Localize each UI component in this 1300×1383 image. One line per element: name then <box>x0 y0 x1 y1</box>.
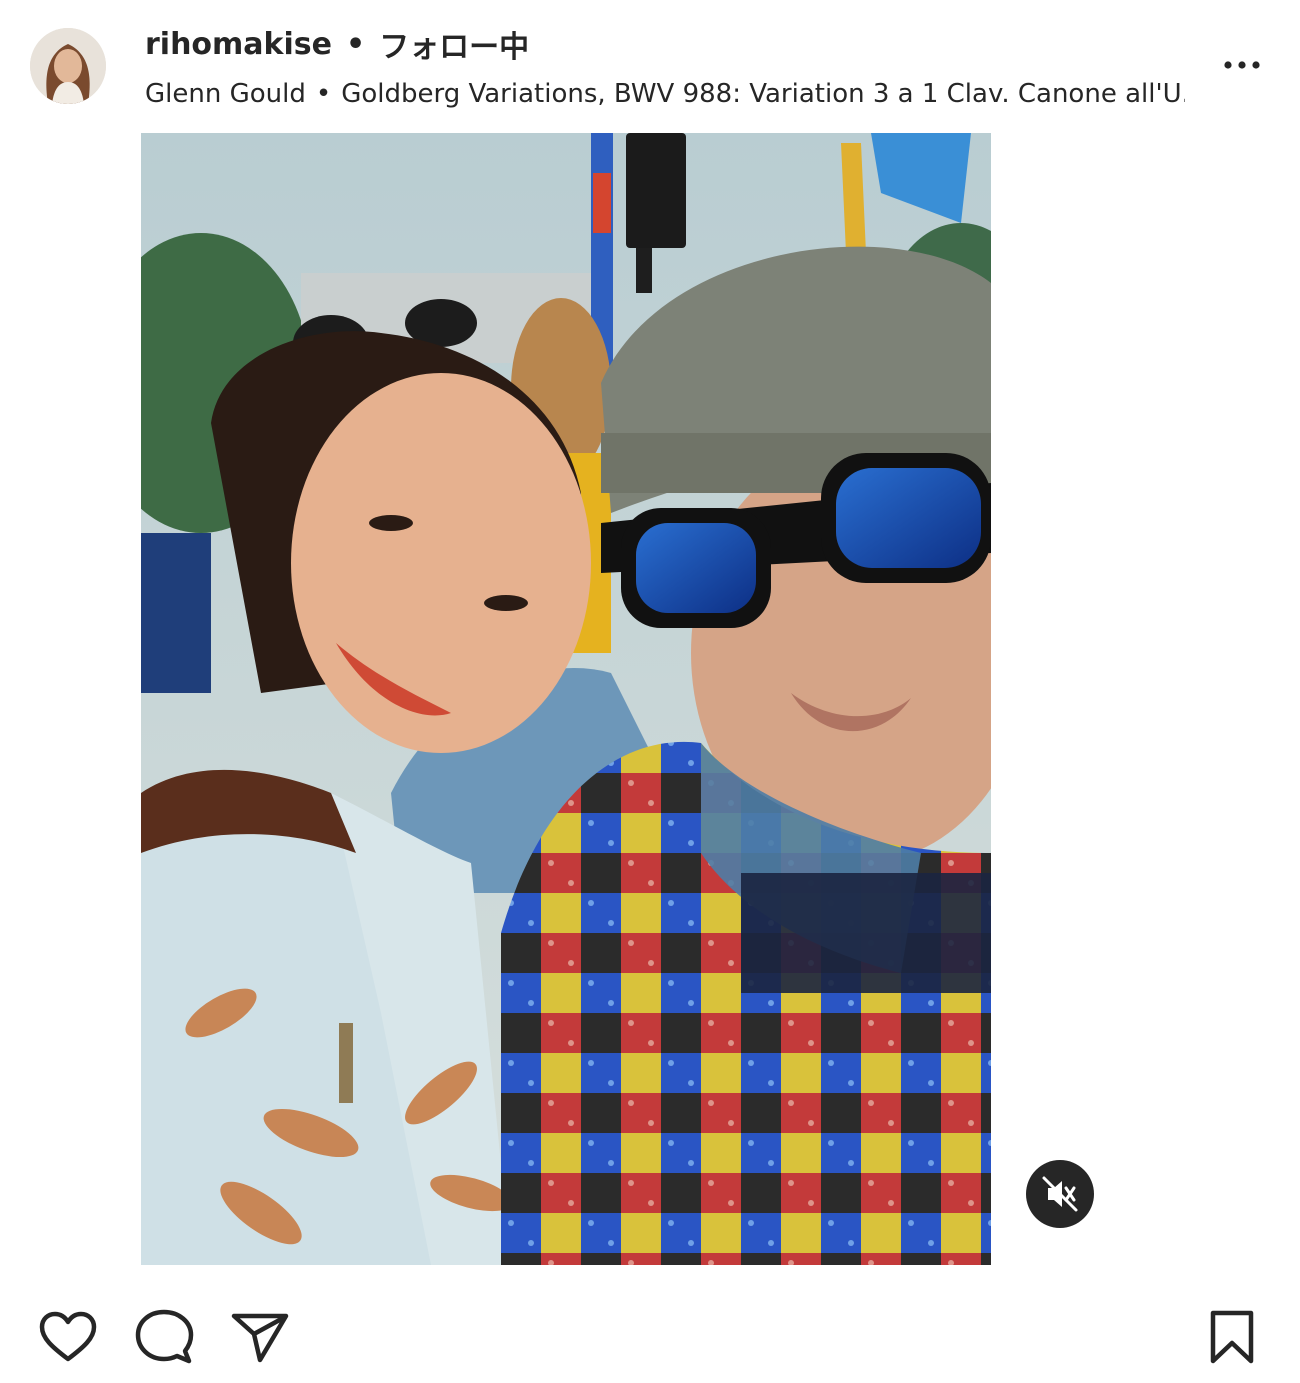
bookmark-icon <box>1210 1310 1254 1364</box>
mute-toggle-button[interactable] <box>1026 1160 1094 1228</box>
comment-button[interactable] <box>134 1308 194 1366</box>
user-line: rihomakise • フォロー中 <box>145 22 529 66</box>
like-button[interactable] <box>38 1310 98 1364</box>
audio-separator-dot: • <box>315 79 332 109</box>
audio-artist: Glenn Gould <box>145 79 306 109</box>
share-button[interactable] <box>230 1310 290 1364</box>
profile-avatar[interactable] <box>30 28 106 104</box>
photo-illustration <box>141 133 991 1265</box>
more-options-icon <box>1224 61 1260 69</box>
audio-track-title: Goldberg Variations, BWV 988: Variation … <box>341 79 1185 109</box>
follow-status-button[interactable]: フォロー中 <box>379 22 529 66</box>
more-options-button[interactable] <box>1212 44 1272 84</box>
heart-icon <box>39 1311 97 1362</box>
separator-dot: • <box>346 26 366 62</box>
username-link[interactable]: rihomakise <box>145 27 332 62</box>
paper-plane-icon <box>231 1313 289 1363</box>
comment-bubble-icon <box>135 1309 194 1364</box>
save-button[interactable] <box>1206 1308 1258 1366</box>
muted-speaker-icon <box>1042 1176 1078 1212</box>
post-header: rihomakise • フォロー中 Glenn Gould • Goldberg … <box>0 0 1300 130</box>
post-photo[interactable] <box>141 133 991 1265</box>
audio-attribution[interactable]: Glenn Gould • Goldberg Variations, BWV 988… <box>145 76 1185 112</box>
